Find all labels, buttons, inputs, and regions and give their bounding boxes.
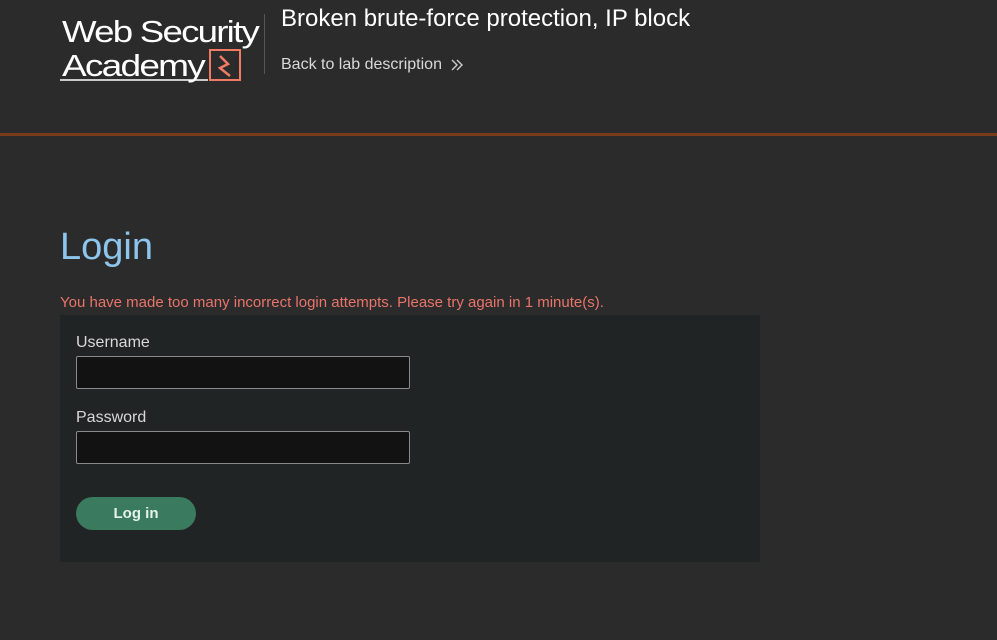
lab-title: Broken brute-force protection, IP block [281,5,691,32]
login-form: Username Password Log in [60,315,760,562]
username-input[interactable] [76,356,410,389]
logo-line2: Academy [62,48,206,83]
logo-bolt-mark [217,55,231,77]
password-input[interactable] [76,431,410,464]
web-security-academy-logo[interactable]: Web Security Academy [60,12,260,84]
page-title: Login [60,226,153,268]
double-chevron-right-icon [451,59,463,71]
back-link-label: Back to lab description [281,56,442,73]
logo-line1: Web Security [62,14,260,49]
header-divider [0,133,997,136]
login-button[interactable]: Log in [76,497,196,530]
error-message: You have made too many incorrect login a… [60,294,604,311]
username-label: Username [76,334,150,351]
password-label: Password [76,409,147,426]
back-to-lab-link[interactable]: Back to lab description [281,56,464,74]
logo-divider [264,14,265,74]
site-header: Web Security Academy Broken brute-force … [0,0,997,136]
